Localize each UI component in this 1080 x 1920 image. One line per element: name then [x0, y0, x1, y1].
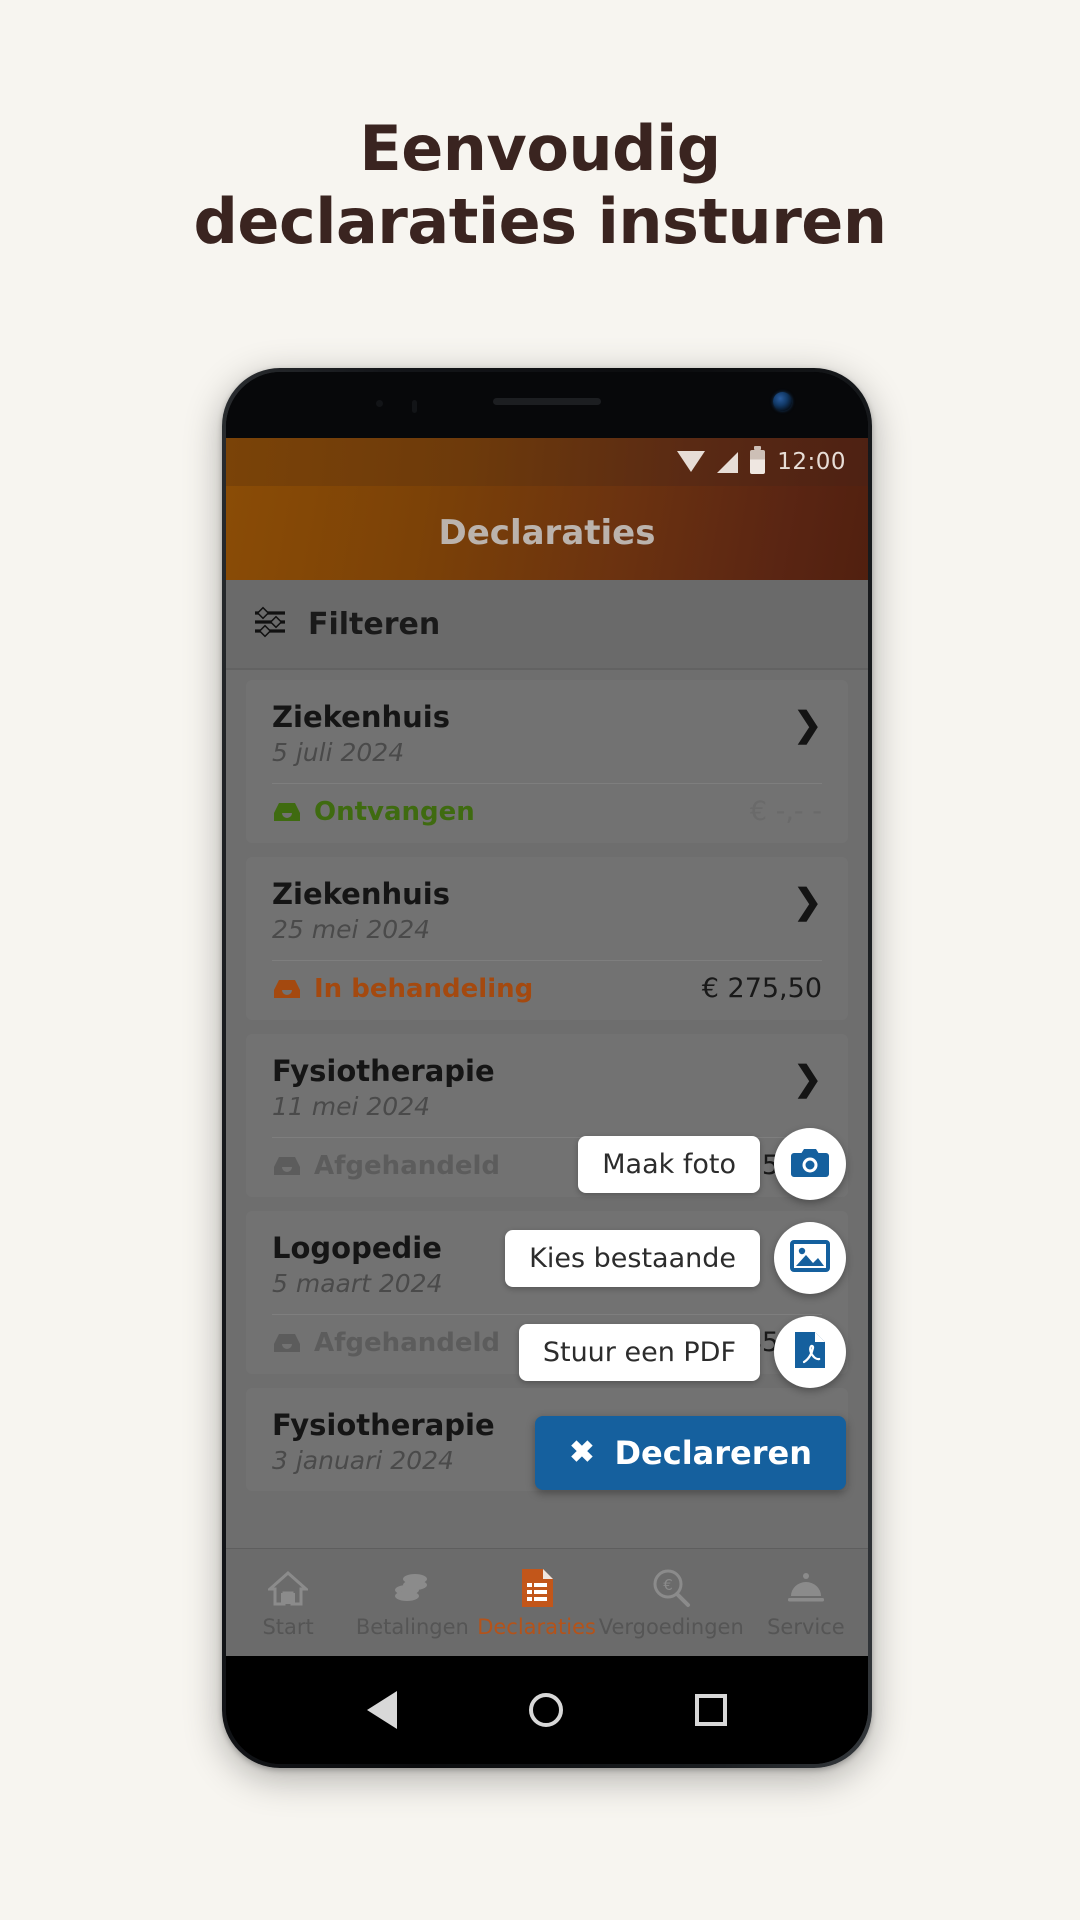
nav-label: Service: [767, 1614, 845, 1639]
declaration-title: Ziekenhuis: [272, 700, 450, 734]
inbox-icon: [272, 801, 302, 823]
close-icon: ✖: [569, 1436, 595, 1469]
declaration-title: Ziekenhuis: [272, 877, 450, 911]
status-bar: 12:00: [226, 438, 868, 486]
nav-label: Vergoedingen: [598, 1614, 744, 1639]
promo-screenshot: Eenvoudig declaraties insturen 12:00 Dec…: [0, 0, 1080, 1920]
inbox-icon: [272, 1155, 302, 1177]
home-circle-icon[interactable]: [529, 1693, 563, 1727]
euro-search-icon: €: [651, 1567, 691, 1609]
document-icon: [520, 1567, 554, 1609]
nav-item-betalingen[interactable]: Betalingen: [350, 1567, 474, 1639]
front-camera-icon: [773, 392, 792, 411]
headline-line-2: declaraties insturen: [193, 185, 887, 259]
chevron-right-icon[interactable]: ❯: [794, 1062, 823, 1096]
declaration-status: In behandeling: [314, 973, 534, 1004]
declaration-status: Afgehandeld: [314, 1150, 501, 1181]
speed-dial-label: Maak foto: [578, 1135, 760, 1193]
divider: [272, 783, 822, 784]
coins-icon: [391, 1567, 433, 1609]
declaration-title: Fysiotherapie: [272, 1408, 495, 1442]
speed-dial-action-gallery[interactable]: Kies bestaande: [505, 1222, 846, 1294]
declareren-button[interactable]: ✖ Declareren: [535, 1416, 846, 1490]
declaration-title: Logopedie: [272, 1231, 442, 1265]
phone-top-bezel: [226, 372, 868, 438]
home-icon: [268, 1567, 309, 1609]
nav-label: Start: [262, 1614, 314, 1639]
headline-line-1: Eenvoudig: [359, 112, 721, 185]
declaration-status: Afgehandeld: [314, 1327, 501, 1358]
speed-dial-action-pdf[interactable]: Stuur een PDF: [518, 1316, 846, 1388]
pdf-icon: [792, 1330, 828, 1375]
nav-item-service[interactable]: Service: [744, 1567, 868, 1639]
nav-label: Betalingen: [355, 1614, 469, 1639]
app-bar-title: Declaraties: [438, 513, 656, 553]
camera-icon: [790, 1145, 830, 1184]
declaration-date: 5 juli 2024: [272, 738, 405, 767]
phone-mockup: 12:00 Declaraties Filteren Ziekenhuis 5 …: [222, 368, 872, 1768]
nav-label: Declaraties: [477, 1614, 596, 1639]
nav-item-declaraties[interactable]: Declaraties: [474, 1567, 598, 1639]
inbox-icon: [272, 978, 302, 1000]
speed-dial-label: Kies bestaande: [505, 1229, 760, 1287]
back-triangle-icon[interactable]: [367, 1691, 397, 1729]
declaration-title: Fysiotherapie: [272, 1054, 495, 1088]
declaration-card[interactable]: Ziekenhuis 25 mei 2024 ❯ In behandeling …: [246, 857, 848, 1020]
declaration-date: 25 mei 2024: [272, 915, 431, 944]
camera-fab-button[interactable]: [774, 1128, 846, 1200]
inbox-icon: [272, 1332, 302, 1354]
battery-icon: [750, 446, 766, 474]
filter-sliders-icon: [252, 606, 288, 643]
declaration-date: 3 januari 2024: [272, 1446, 454, 1475]
wifi-icon: [677, 450, 706, 472]
chevron-right-icon[interactable]: ❯: [794, 885, 823, 919]
pdf-fab-button[interactable]: [774, 1316, 846, 1388]
declaration-status: Ontvangen: [314, 796, 475, 827]
bottom-navigation: Start Betalingen Declaraties € Vergoedin…: [226, 1548, 868, 1656]
declaration-amount: € -,- -: [749, 796, 822, 827]
svg-text:€: €: [663, 1576, 673, 1594]
gallery-fab-button[interactable]: [774, 1222, 846, 1294]
divider: [272, 960, 822, 961]
app-bar: Declaraties: [226, 486, 868, 580]
filter-bar[interactable]: Filteren: [226, 580, 868, 670]
recents-square-icon[interactable]: [695, 1694, 727, 1726]
declaration-date: 5 maart 2024: [272, 1269, 443, 1298]
speed-dial-action-camera[interactable]: Maak foto: [578, 1128, 846, 1200]
chevron-right-icon[interactable]: ❯: [794, 708, 823, 742]
earpiece-speaker: [493, 398, 601, 405]
image-icon: [790, 1239, 830, 1278]
app-screen: 12:00 Declaraties Filteren Ziekenhuis 5 …: [226, 438, 868, 1656]
filter-label: Filteren: [308, 606, 441, 642]
declaration-amount: € 275,50: [701, 973, 822, 1004]
proximity-sensor-icon: [376, 400, 383, 407]
status-bar-clock: 12:00: [777, 449, 846, 475]
speed-dial-label: Stuur een PDF: [518, 1323, 760, 1381]
nav-item-vergoedingen[interactable]: € Vergoedingen: [599, 1567, 744, 1639]
declaration-date: 11 mei 2024: [272, 1092, 431, 1121]
light-sensor-icon: [412, 400, 417, 413]
nav-item-start[interactable]: Start: [226, 1567, 350, 1639]
android-navigation-bar: [226, 1656, 868, 1764]
service-bell-icon: [786, 1567, 826, 1609]
page-title: Eenvoudig declaraties insturen: [0, 112, 1080, 258]
declareren-label: Declareren: [614, 1434, 812, 1472]
signal-icon: [717, 451, 739, 473]
speed-dial: Maak foto Kies bestaande Stuur een PDF ✖…: [505, 1128, 846, 1490]
declaration-card[interactable]: Ziekenhuis 5 juli 2024 ❯ Ontvangen € -,-…: [246, 680, 848, 843]
